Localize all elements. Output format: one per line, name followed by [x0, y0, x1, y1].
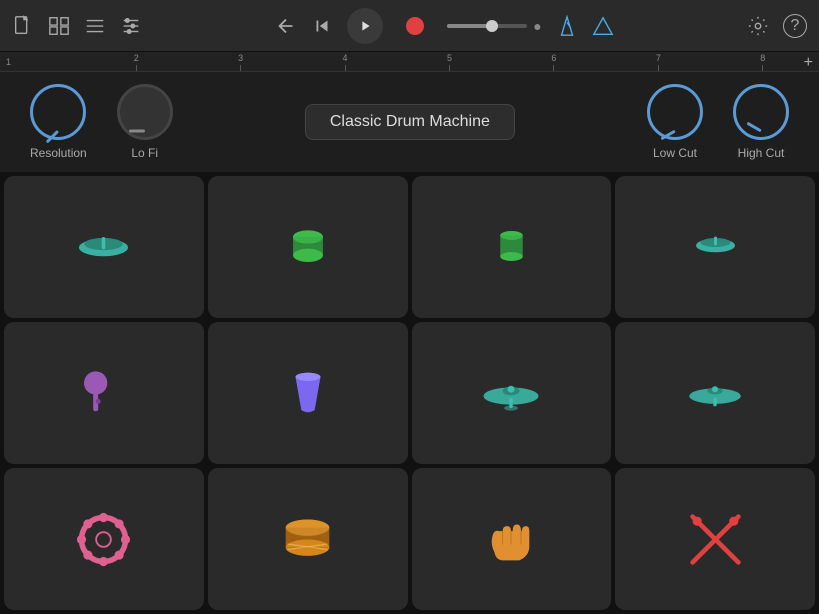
pad-cowbell[interactable]: [208, 322, 408, 464]
controls-center: Classic Drum Machine: [305, 104, 515, 140]
controls-left: Resolution Lo Fi: [30, 84, 173, 160]
resolution-knob[interactable]: [30, 84, 86, 140]
highcut-label: High Cut: [738, 146, 785, 160]
ruler: 1 2345678 +: [0, 52, 819, 72]
toolbar-right: ?: [747, 14, 807, 38]
lofi-knob-group: Lo Fi: [117, 84, 173, 160]
pad-icon-crash: [685, 363, 745, 423]
volume-control[interactable]: ●: [447, 18, 541, 34]
mixer-icon[interactable]: [120, 15, 142, 37]
toolbar-left: [12, 15, 142, 37]
pad-icon-hihat_open: [481, 217, 541, 277]
back-button[interactable]: [275, 15, 297, 37]
preset-name[interactable]: Classic Drum Machine: [305, 104, 515, 140]
pad-sticks[interactable]: [615, 468, 815, 610]
pad-cymbal1[interactable]: [615, 176, 815, 318]
record-button[interactable]: [397, 8, 433, 44]
ruler-add-button[interactable]: +: [804, 54, 813, 72]
metronome-icon[interactable]: [556, 15, 578, 37]
pad-icon-cowbell: [278, 363, 338, 423]
pad-hihat_open[interactable]: [412, 176, 612, 318]
pad-icon-sticks: [685, 509, 745, 569]
highcut-knob[interactable]: [733, 84, 789, 140]
pad-hihat_closed2[interactable]: [412, 322, 612, 464]
resolution-knob-group: Resolution: [30, 84, 87, 160]
toolbar: ● ?: [0, 0, 819, 52]
controls-right: Low Cut High Cut: [647, 84, 789, 160]
ruler-content: 2345678: [4, 53, 815, 71]
pad-icon-hihat_closed2: [481, 363, 541, 423]
highcut-knob-group: High Cut: [733, 84, 789, 160]
volume-track: [447, 24, 527, 28]
ruler-label: 1: [6, 57, 11, 67]
document-icon[interactable]: [12, 15, 34, 37]
pad-drum2[interactable]: [208, 468, 408, 610]
lowcut-knob[interactable]: [647, 84, 703, 140]
pad-icon-snare: [278, 217, 338, 277]
lofi-knob[interactable]: [117, 84, 173, 140]
lowcut-knob-group: Low Cut: [647, 84, 703, 160]
lowcut-label: Low Cut: [653, 146, 697, 160]
skip-back-button[interactable]: [311, 15, 333, 37]
record-dot: [406, 17, 424, 35]
pad-icon-shaker: [74, 363, 134, 423]
pad-clap[interactable]: [412, 468, 612, 610]
play-button[interactable]: [347, 8, 383, 44]
list-view-icon[interactable]: [84, 15, 106, 37]
pad-icon-drum2: [278, 509, 338, 569]
pad-shaker[interactable]: [4, 322, 204, 464]
pad-icon-clap: [481, 509, 541, 569]
pads-grid: [0, 172, 819, 614]
pad-kick[interactable]: [4, 176, 204, 318]
volume-thumb: [486, 20, 498, 32]
pad-icon-cymbal1: [685, 217, 745, 277]
layout-toggle-icon[interactable]: [48, 15, 70, 37]
settings-icon[interactable]: [747, 15, 769, 37]
volume-icon: ●: [533, 18, 541, 34]
controls-row: Resolution Lo Fi Classic Drum Machine Lo…: [0, 72, 819, 172]
resolution-label: Resolution: [30, 146, 87, 160]
help-icon[interactable]: ?: [783, 14, 807, 38]
pad-icon-tambourine: [74, 509, 134, 569]
triangle-icon[interactable]: [592, 15, 614, 37]
pad-crash[interactable]: [615, 322, 815, 464]
lofi-label: Lo Fi: [131, 146, 158, 160]
volume-fill: [447, 24, 487, 28]
pad-snare[interactable]: [208, 176, 408, 318]
pad-icon-kick: [74, 217, 134, 277]
pad-tambourine[interactable]: [4, 468, 204, 610]
toolbar-center: ●: [275, 8, 613, 44]
